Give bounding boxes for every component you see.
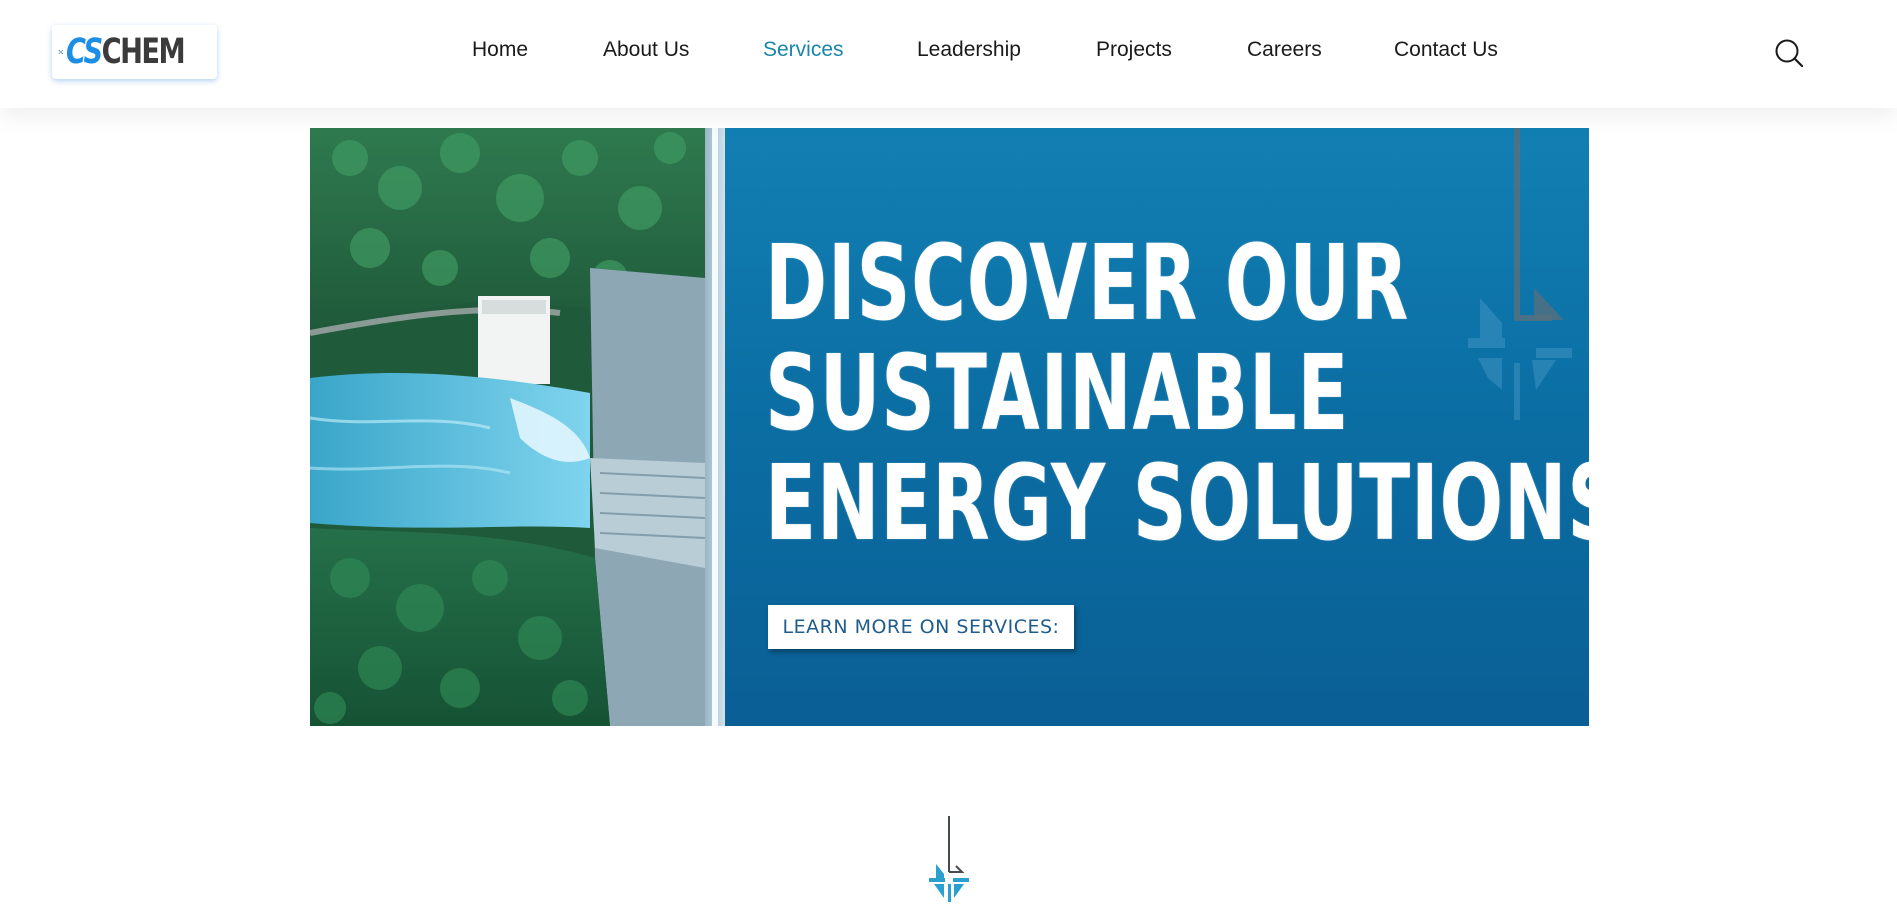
nav-item-about-us[interactable]: About Us xyxy=(603,38,689,62)
nav-item-projects[interactable]: Projects xyxy=(1096,38,1172,62)
main-navigation: Home About Us Services Leadership Projec… xyxy=(0,0,1897,104)
hero-headline: DISCOVER OUR SUSTAINABLE ENERGY SOLUTION… xyxy=(765,228,1589,558)
hero-dam-photo xyxy=(310,128,730,726)
hero-headline-line-2: SUSTAINABLE xyxy=(765,332,1350,454)
nav-item-contact-us[interactable]: Contact Us xyxy=(1394,38,1498,62)
nav-item-careers[interactable]: Careers xyxy=(1247,38,1322,62)
site-header: CSCHEM Home About Us Services Leadership… xyxy=(0,0,1897,108)
nav-item-services[interactable]: Services xyxy=(763,38,844,62)
learn-more-services-button[interactable]: LEARN MORE ON SERVICES: xyxy=(768,605,1074,649)
cschem-emblem-icon xyxy=(929,816,969,902)
search-button[interactable] xyxy=(1774,38,1804,68)
hero-headline-line-1: DISCOVER OUR xyxy=(765,222,1410,344)
hero-headline-line-3: ENERGY SOLUTIONS. xyxy=(765,442,1589,564)
nav-item-home[interactable]: Home xyxy=(472,38,528,62)
search-icon xyxy=(1775,39,1804,68)
nav-item-leadership[interactable]: Leadership xyxy=(917,38,1021,62)
hero-banner: DISCOVER OUR SUSTAINABLE ENERGY SOLUTION… xyxy=(310,128,1589,726)
